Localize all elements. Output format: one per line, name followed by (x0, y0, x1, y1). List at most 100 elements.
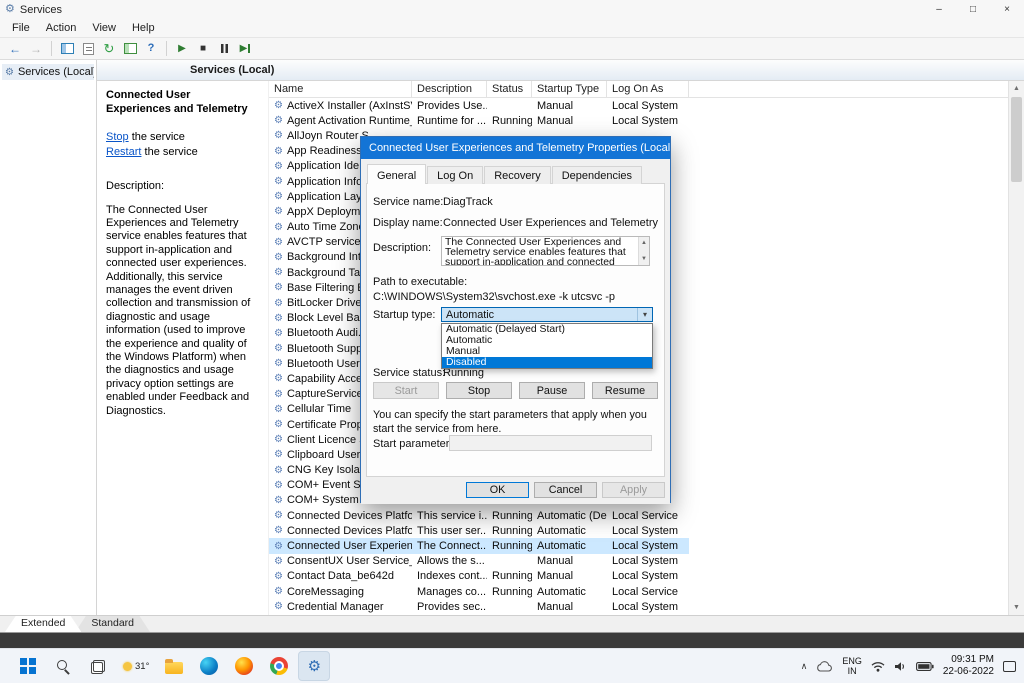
description-textbox[interactable]: The Connected User Experiences and Telem… (441, 236, 650, 266)
startup-option[interactable]: Disabled (442, 357, 652, 368)
service-gear-icon: ⚙ (274, 176, 283, 187)
clock[interactable]: 09:31 PM 22-06-2022 (943, 654, 994, 679)
language-indicator[interactable]: ENG IN (842, 656, 862, 677)
startup-option[interactable]: Manual (442, 346, 652, 357)
menu-action[interactable]: Action (38, 21, 85, 35)
table-row[interactable]: ⚙ConsentUX User Service_be6...Allows the… (269, 554, 689, 569)
notification-icon[interactable] (1003, 661, 1016, 672)
table-row[interactable]: ⚙CoreMessagingManages co...RunningAutoma… (269, 584, 689, 599)
file-explorer-button[interactable] (158, 651, 190, 681)
tab-log-on[interactable]: Log On (427, 166, 483, 184)
start-button[interactable]: Start (373, 382, 439, 399)
cell-startup-type: Automatic (532, 584, 607, 599)
close-button[interactable]: × (990, 0, 1024, 19)
cell-status (487, 599, 532, 614)
restart-service-link[interactable]: Restart (106, 146, 141, 158)
table-row[interactable]: ⚙Contact Data_be642dIndexes cont...Runni… (269, 569, 689, 584)
column-header-name[interactable]: Name (269, 81, 412, 97)
restart-service-icon[interactable]: ▶ (236, 40, 254, 58)
cell-status (487, 98, 532, 113)
minimize-button[interactable]: – (922, 0, 956, 19)
properties-icon[interactable] (121, 40, 139, 58)
resume-button[interactable]: Resume (592, 382, 658, 399)
folder-icon (165, 662, 183, 674)
tray-chevron-up-icon[interactable]: ∧ (801, 661, 808, 672)
scrollbar-thumb[interactable] (1011, 97, 1022, 182)
export-list-icon[interactable] (79, 40, 97, 58)
task-view-button[interactable] (82, 651, 114, 681)
tree-item-services-local[interactable]: ⚙ Services (Local) (2, 64, 94, 80)
service-gear-icon: ⚙ (274, 586, 283, 597)
ok-button[interactable]: OK (466, 482, 529, 498)
forward-icon[interactable]: → (27, 40, 45, 58)
startup-type-combobox[interactable]: Automatic ▾ (441, 307, 653, 322)
toolbar-separator (51, 41, 52, 56)
stop-service-icon[interactable]: ■ (194, 40, 212, 58)
cell-description: Provides Use... (412, 98, 487, 113)
service-name-label: Service name: (373, 196, 443, 208)
vertical-scrollbar[interactable]: ▲ ▼ (1008, 81, 1024, 615)
menu-file[interactable]: File (4, 21, 38, 35)
menu-view[interactable]: View (84, 21, 124, 35)
table-row[interactable]: ⚙Connected Devices Platform ...This serv… (269, 508, 689, 523)
chevron-down-icon[interactable]: ▾ (637, 308, 652, 321)
start-parameters-hint: You can specify the start parameters tha… (373, 408, 656, 436)
apply-button[interactable]: Apply (602, 482, 665, 498)
start-parameters-input[interactable] (449, 435, 652, 451)
table-row[interactable]: ⚙Connected Devices Platform ...This user… (269, 523, 689, 538)
column-header-status[interactable]: Status (487, 81, 532, 97)
table-row[interactable]: ⚙ActiveX Installer (AxInstSV)Provides Us… (269, 98, 689, 113)
service-gear-icon: ⚙ (274, 222, 283, 233)
stop-service-link[interactable]: Stop (106, 131, 129, 143)
path-label: Path to executable: (373, 276, 467, 288)
start-parameters-label: Start parameters: (373, 438, 458, 450)
start-service-icon[interactable]: ▶ (173, 40, 191, 58)
cell-description: Manages co... (412, 584, 487, 599)
table-row[interactable]: ⚙Credential ManagerProvides sec...Manual… (269, 599, 689, 614)
edge-button[interactable] (193, 651, 225, 681)
pause-service-icon[interactable] (215, 40, 233, 58)
table-row[interactable]: ⚙Connected User Experiences ...The Conne… (269, 538, 689, 553)
wifi-icon[interactable] (871, 661, 885, 672)
console-tree-icon[interactable] (58, 40, 76, 58)
help-icon[interactable]: ? (142, 40, 160, 58)
tab-standard[interactable]: Standard (75, 616, 150, 632)
column-header-description[interactable]: Description (412, 81, 487, 97)
cancel-button[interactable]: Cancel (534, 482, 597, 498)
startup-option[interactable]: Automatic (442, 335, 652, 346)
volume-icon[interactable] (894, 661, 907, 672)
cell-name: ⚙CoreMessaging (269, 584, 412, 599)
menu-help[interactable]: Help (124, 21, 163, 35)
refresh-icon[interactable]: ↻ (100, 40, 118, 58)
column-header-log-on-as[interactable]: Log On As (607, 81, 689, 97)
table-row[interactable]: ⚙Agent Activation Runtime_b...Runtime fo… (269, 113, 689, 128)
scroll-up-icon[interactable]: ▲ (641, 238, 647, 248)
tab-recovery[interactable]: Recovery (484, 166, 550, 184)
date-label: 22-06-2022 (943, 666, 994, 679)
scroll-down-icon[interactable]: ▼ (641, 254, 647, 264)
chrome-button[interactable] (263, 651, 295, 681)
tab-general[interactable]: General (367, 164, 426, 184)
weather-widget[interactable]: 31° (117, 661, 155, 672)
back-icon[interactable]: ← (6, 40, 24, 58)
scroll-up-icon[interactable]: ▲ (1009, 81, 1024, 96)
pause-button[interactable]: Pause (519, 382, 585, 399)
firefox-button[interactable] (228, 651, 260, 681)
service-gear-icon: ⚙ (274, 328, 283, 339)
maximize-button[interactable]: □ (956, 0, 990, 19)
tab-extended[interactable]: Extended (5, 616, 81, 632)
battery-icon[interactable] (916, 662, 934, 671)
onedrive-cloud-icon[interactable] (816, 661, 833, 672)
startup-option[interactable]: Automatic (Delayed Start) (442, 324, 652, 335)
taskbar-search-button[interactable] (47, 651, 79, 681)
services-taskbar-button[interactable]: ⚙ (298, 651, 330, 681)
scroll-down-icon[interactable]: ▼ (1009, 600, 1024, 615)
stop-button[interactable]: Stop (446, 382, 512, 399)
cell-startup-type: Automatic (De... (532, 508, 607, 523)
path-value: C:\WINDOWS\System32\svchost.exe -k utcsv… (373, 291, 615, 303)
column-header-startup-type[interactable]: Startup Type (532, 81, 607, 97)
chrome-icon (270, 657, 288, 675)
start-button[interactable] (12, 651, 44, 681)
tab-dependencies[interactable]: Dependencies (552, 166, 642, 184)
description-scrollbar[interactable]: ▲ ▼ (638, 237, 649, 265)
